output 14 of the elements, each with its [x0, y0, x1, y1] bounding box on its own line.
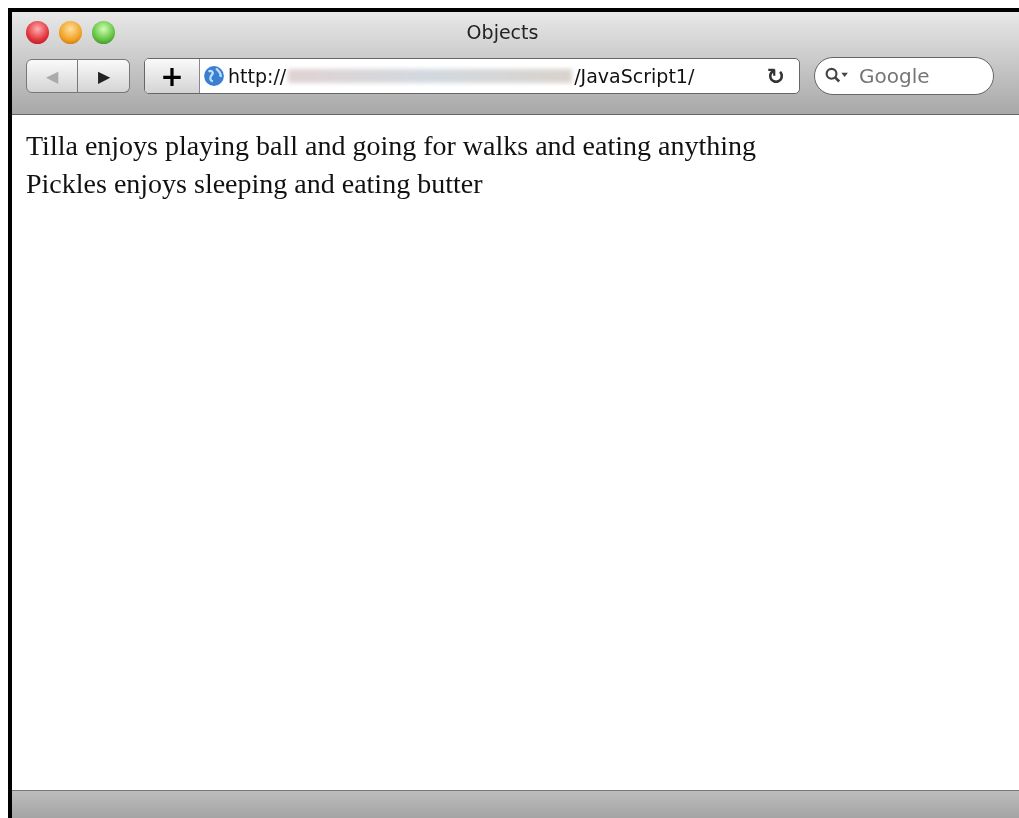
url-text: http://	[228, 65, 287, 87]
search-field[interactable]: Google	[814, 57, 994, 95]
minimize-button[interactable]	[59, 20, 82, 44]
close-button[interactable]	[26, 20, 49, 44]
globe-icon	[203, 65, 225, 87]
body-text: Tilla enjoys playing ball and going for walks and eating anything	[26, 129, 757, 163]
add-bookmark-button[interactable]: +	[145, 59, 200, 93]
reload-button[interactable]: ↻	[752, 63, 799, 89]
window-title: Objects	[466, 21, 540, 43]
url-text: /JavaScript1/	[574, 65, 695, 87]
address-field[interactable]: + http:// /JavaScript1/ ↻	[144, 58, 800, 94]
forward-button[interactable]: ▶	[78, 59, 130, 93]
zoom-button[interactable]	[92, 20, 115, 44]
body-text: Pickles enjoys sleeping and eating butter	[26, 167, 484, 201]
